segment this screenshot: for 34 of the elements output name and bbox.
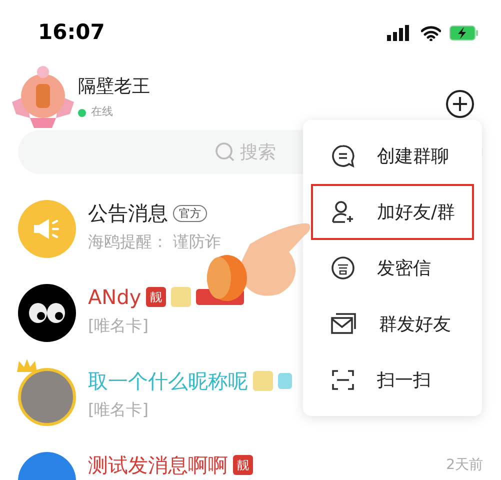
message-time: 2天前 bbox=[446, 456, 483, 474]
menu-item[interactable]: 发密信 bbox=[311, 240, 474, 296]
secret-icon bbox=[331, 256, 355, 280]
battery-charging-icon bbox=[449, 25, 479, 41]
profile-name: 隔壁老王 bbox=[78, 75, 150, 100]
beauty-tag: 靓 bbox=[233, 455, 253, 475]
chat-bubble-icon bbox=[331, 144, 355, 168]
menu-item[interactable]: 扫一扫 bbox=[311, 352, 474, 408]
diamond-badge bbox=[278, 373, 292, 389]
avatar-badge-drawing bbox=[10, 64, 76, 130]
message-preview: [唯名卡] bbox=[88, 315, 148, 337]
beauty-tag: 靓 bbox=[146, 287, 166, 307]
eyes-icon bbox=[28, 302, 66, 324]
menu-item[interactable]: 群发好友 bbox=[311, 296, 474, 352]
status-time: 16:07 bbox=[38, 19, 105, 46]
scan-icon bbox=[331, 368, 355, 392]
megaphone-icon bbox=[32, 218, 62, 240]
vip-badge bbox=[253, 371, 273, 391]
menu-item[interactable]: 加好友/群 bbox=[311, 184, 474, 240]
vip-badge bbox=[171, 287, 192, 307]
contact-name: 取一个什么昵称呢 bbox=[88, 370, 248, 392]
official-tag: 官方 bbox=[173, 204, 207, 222]
message-preview: [唯名卡] bbox=[88, 399, 148, 421]
contact-name: ANdy bbox=[88, 286, 142, 308]
status-text: 在线 bbox=[91, 104, 113, 120]
message-preview: 海鸥提醒： 谨防诈 bbox=[88, 231, 222, 253]
add-button[interactable] bbox=[445, 89, 475, 119]
contact-name: 公告消息 bbox=[88, 202, 168, 224]
wifi-icon bbox=[421, 25, 441, 41]
contact-name: 测试发消息啊啊 bbox=[88, 454, 228, 476]
crown-icon bbox=[16, 358, 38, 374]
add-user-icon bbox=[331, 200, 355, 224]
mail-icon bbox=[331, 313, 357, 335]
search-icon bbox=[214, 141, 236, 163]
